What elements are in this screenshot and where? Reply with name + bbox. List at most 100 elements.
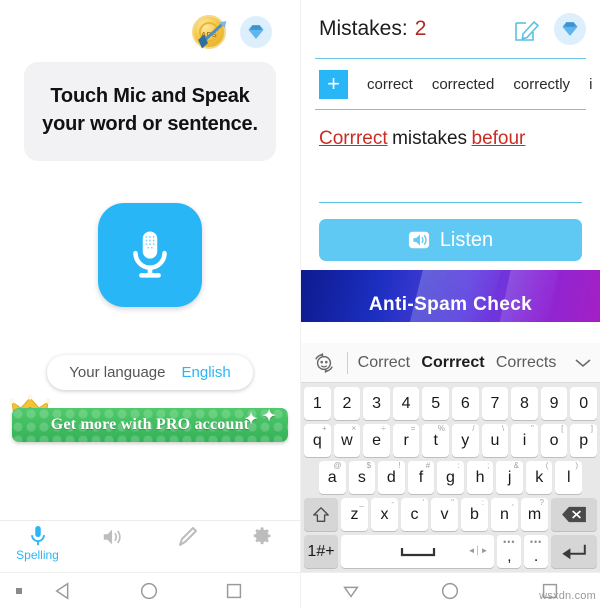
chevron-down-icon[interactable]	[566, 357, 600, 369]
nav-hide-keyboard-button[interactable]	[321, 580, 381, 602]
key-o[interactable]: [o	[540, 424, 568, 457]
nav-home-button[interactable]	[420, 580, 480, 602]
comma-key[interactable]: ••• ,	[497, 535, 522, 568]
ads-coin-icon[interactable]: ADS	[192, 15, 229, 49]
period-key[interactable]: ••• .	[524, 535, 548, 568]
watermark: wsxdn.com	[539, 590, 596, 602]
listen-button-label: Listen	[439, 228, 494, 251]
key-u[interactable]: \ u	[481, 424, 509, 457]
square-recents-icon	[226, 583, 241, 598]
speaker-icon	[103, 529, 121, 545]
diamond-icon[interactable]	[240, 16, 272, 48]
key-9[interactable]: 9	[540, 387, 568, 420]
key-label: 1	[312, 394, 322, 412]
suggestion-word-4[interactable]: i	[589, 76, 592, 93]
key-n[interactable]: ,n	[491, 498, 518, 531]
key-4[interactable]: 4	[392, 387, 420, 420]
key-2[interactable]: 2	[333, 387, 361, 420]
sentence-text: Corrrect mistakes befour	[301, 110, 600, 150]
key-label: 0	[579, 394, 589, 412]
pro-account-banner[interactable]: Get more with PRO account ✦ ✦	[12, 407, 288, 442]
key-f[interactable]: # f	[407, 461, 435, 494]
add-word-button[interactable]: +	[319, 69, 348, 99]
enter-icon	[562, 544, 586, 559]
sentence-word-error-2[interactable]: befour	[472, 128, 526, 149]
circle-home-icon	[442, 582, 459, 599]
mic-record-button[interactable]	[98, 202, 202, 307]
nav-home-button[interactable]	[107, 580, 192, 602]
language-selector[interactable]: Your language English	[47, 354, 253, 390]
key-q[interactable]: + q	[304, 424, 331, 457]
diamond-icon[interactable]	[554, 13, 586, 45]
ad-banner[interactable]: Anti-Spam Check	[301, 270, 600, 322]
key-l[interactable]: ) l	[555, 461, 583, 494]
instruction-card: Touch Mic and Speak your word or sentenc…	[24, 62, 276, 161]
key-g[interactable]: :g	[437, 461, 464, 494]
tab-settings[interactable]	[225, 521, 300, 547]
microphone-icon	[30, 526, 45, 546]
key-k[interactable]: (k	[525, 461, 553, 494]
keyboard-suggestion-1[interactable]: Correct	[358, 354, 410, 372]
key-6[interactable]: 6	[452, 387, 479, 420]
key-m[interactable]: ? m	[521, 498, 548, 531]
suggestion-word-1[interactable]: correct	[367, 76, 413, 93]
space-key[interactable]: ◄│►	[341, 535, 495, 568]
key-label: 2	[342, 394, 352, 412]
key-5[interactable]: 5	[422, 387, 449, 420]
key-label: t	[433, 431, 438, 449]
emoji-swap-icon[interactable]	[301, 352, 347, 374]
key-p[interactable]: ] p	[570, 424, 597, 457]
key-s[interactable]: $ s	[348, 461, 376, 494]
keyboard-suggestion-2[interactable]: Corrrect	[421, 354, 484, 372]
symbols-key[interactable]: 1#+	[304, 535, 338, 568]
key-r[interactable]: = r	[392, 424, 420, 457]
key-x[interactable]: -x	[371, 498, 398, 531]
nav-recents-button[interactable]	[191, 580, 276, 602]
backspace-key[interactable]	[551, 498, 597, 531]
period-dots-icon: •••	[529, 537, 543, 547]
sentence-word-error-1[interactable]: Corrrect	[319, 128, 388, 149]
tab-write[interactable]	[150, 521, 225, 549]
tab-spelling[interactable]: Spelling	[0, 521, 75, 562]
tab-listen[interactable]	[75, 521, 150, 549]
key-label: a	[327, 468, 337, 486]
key-sup: ,	[511, 498, 514, 507]
key-w[interactable]: × w	[333, 424, 361, 457]
key-3[interactable]: 3	[363, 387, 390, 420]
key-c[interactable]: ' c	[401, 498, 428, 531]
enter-key[interactable]	[551, 535, 597, 568]
key-label: r	[403, 431, 409, 449]
key-e[interactable]: ÷ e	[363, 424, 390, 457]
suggestion-word-3[interactable]: correctly	[513, 76, 570, 93]
key-y[interactable]: / y	[452, 424, 479, 457]
keyboard-suggestion-3[interactable]: Corrects	[496, 354, 556, 372]
key-1[interactable]: 1	[304, 387, 331, 420]
key-t[interactable]: % t	[422, 424, 449, 457]
space-cursor-icon: ◄│►	[467, 546, 489, 555]
shift-key[interactable]	[304, 498, 338, 531]
key-sup: :	[457, 461, 460, 470]
key-i[interactable]: " i	[511, 424, 538, 457]
suggestion-word-2[interactable]: corrected	[432, 76, 495, 93]
key-h[interactable]: ; h	[466, 461, 494, 494]
key-j[interactable]: & j	[496, 461, 523, 494]
listen-button[interactable]: Listen	[319, 219, 582, 261]
key-z[interactable]: _ z	[341, 498, 368, 531]
key-d[interactable]: ! d	[378, 461, 405, 494]
keyboard-row-zxcv: _ z -x ' c " v :b ,n ? m	[301, 494, 600, 531]
key-sup: ;	[487, 461, 490, 470]
key-sup: =	[410, 424, 416, 433]
key-7[interactable]: 7	[481, 387, 509, 420]
key-label: h	[475, 468, 485, 486]
gear-icon	[253, 527, 270, 545]
key-sup: @	[333, 461, 342, 470]
key-label: x	[380, 505, 389, 523]
key-b[interactable]: :b	[461, 498, 488, 531]
key-8[interactable]: 8	[511, 387, 538, 420]
edit-pencil-icon[interactable]	[512, 14, 542, 44]
key-0[interactable]: 0	[570, 387, 597, 420]
key-v[interactable]: " v	[431, 498, 458, 531]
nav-back-button[interactable]	[22, 580, 107, 602]
key-a[interactable]: @ a	[318, 461, 346, 494]
right-app-panel: Mistakes: 2 + correct corrected correctl…	[300, 0, 600, 608]
